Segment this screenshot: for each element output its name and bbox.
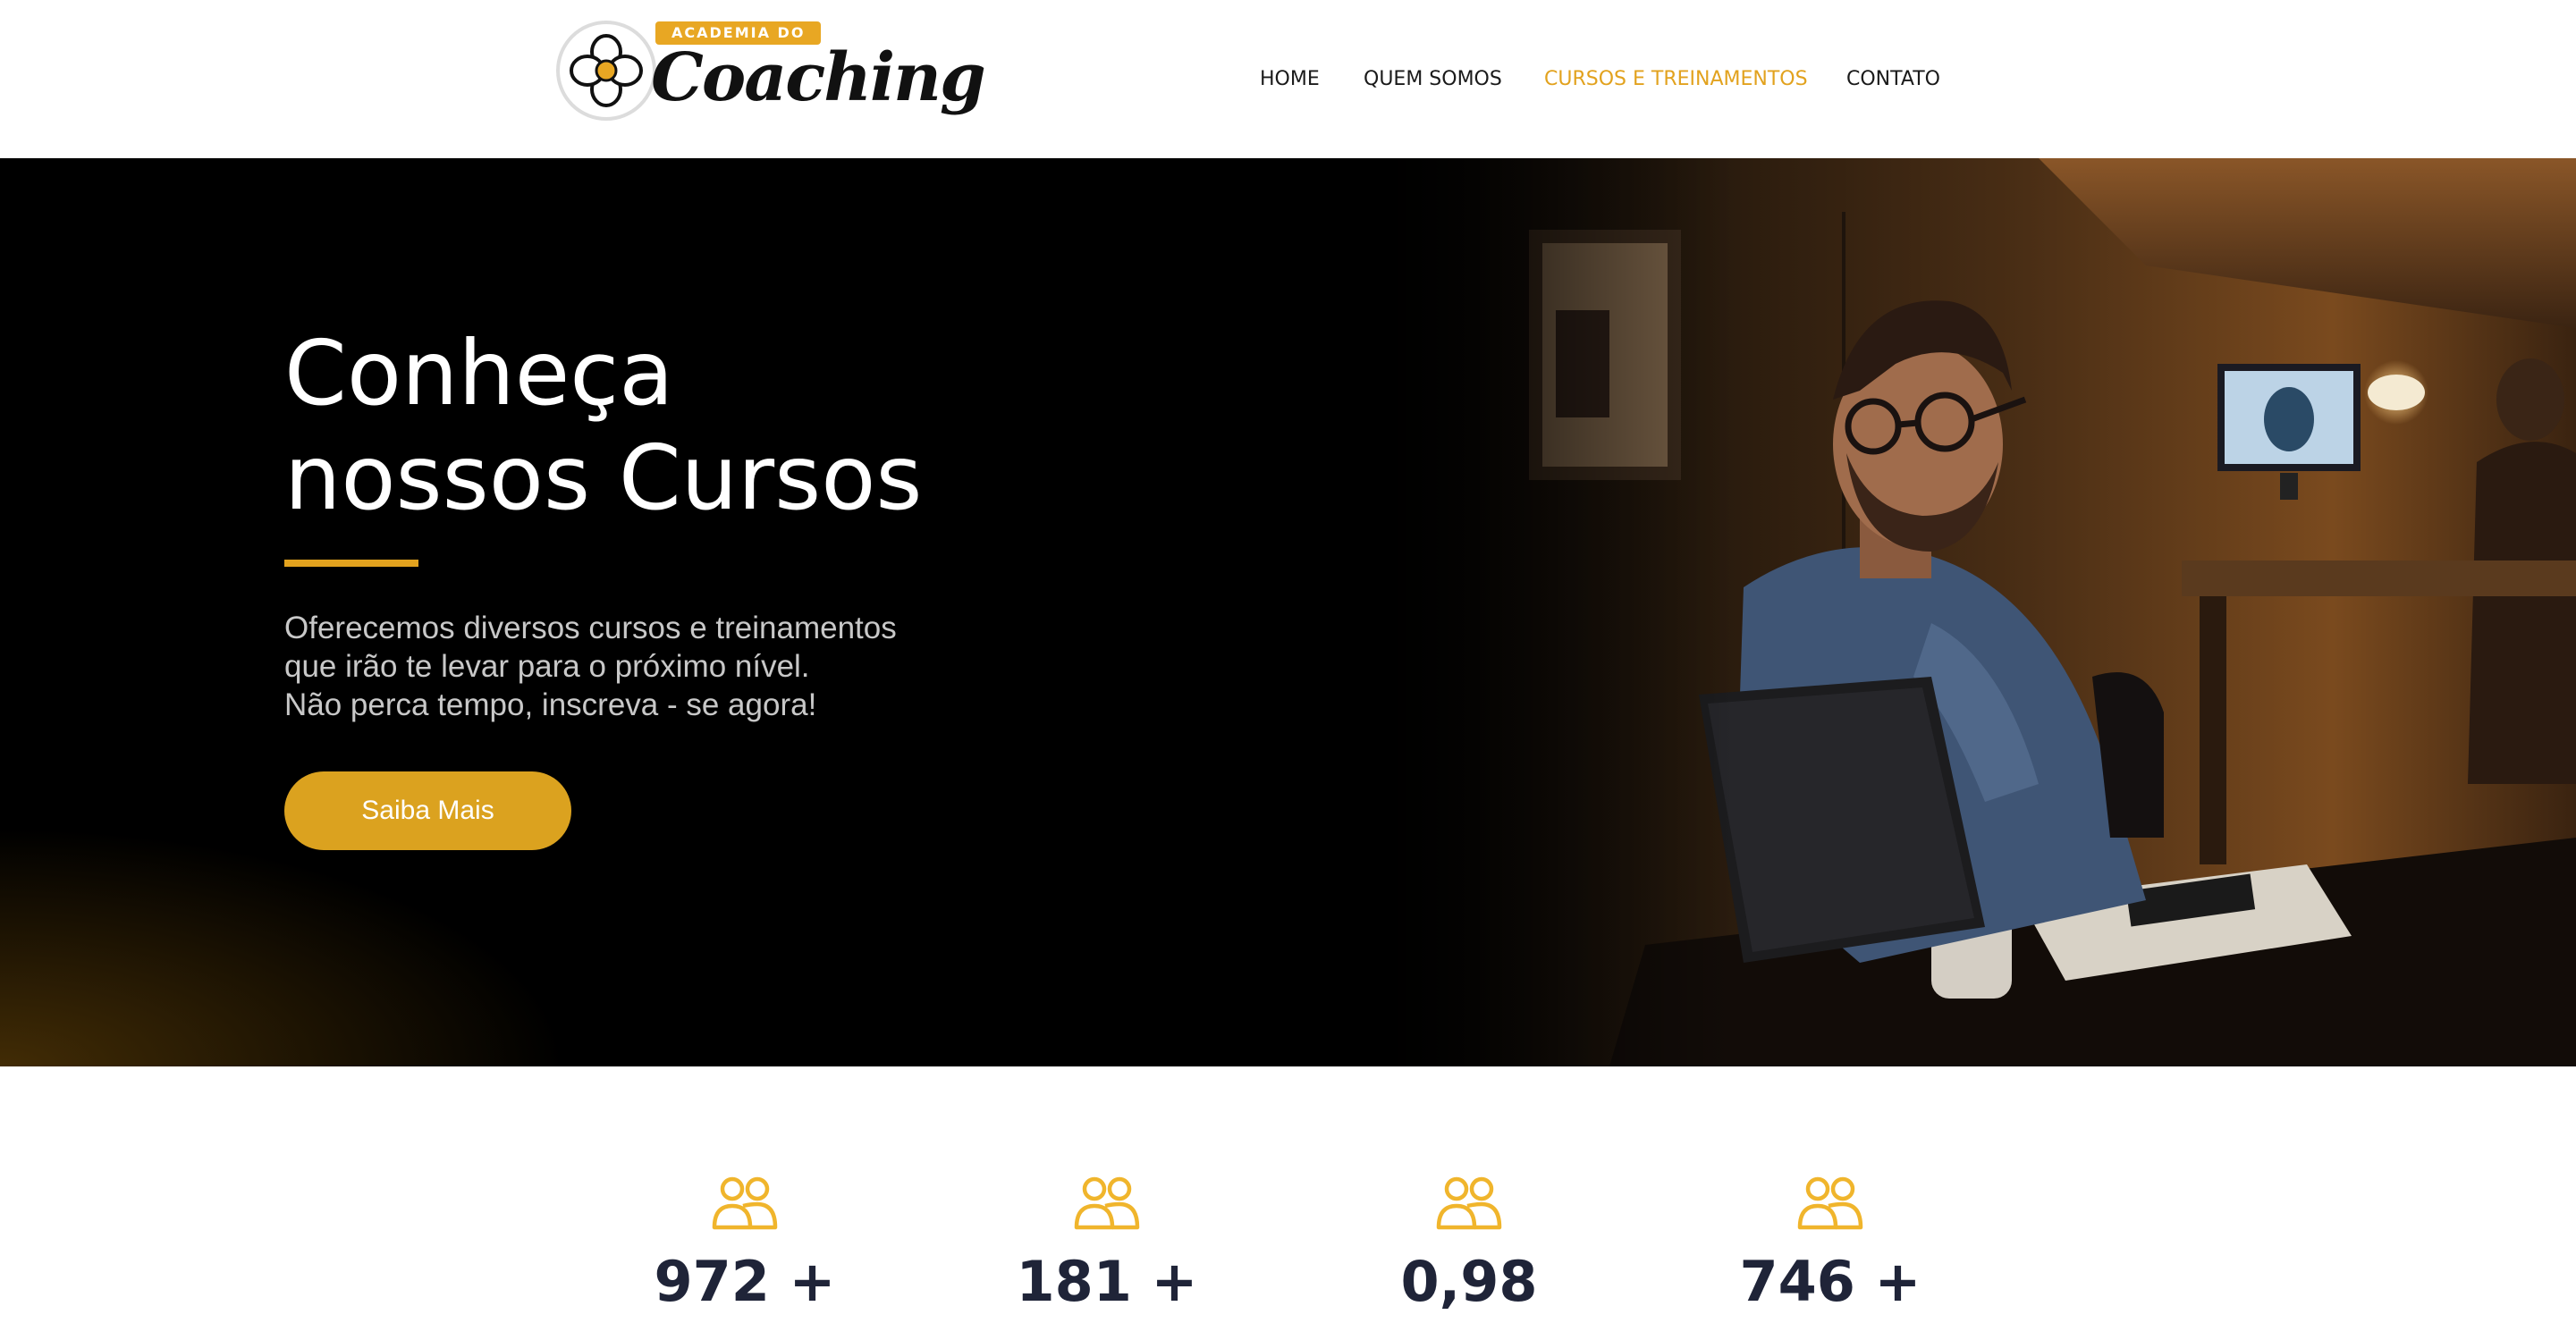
stat-item: 972 + xyxy=(611,1176,879,1314)
hero-description-line-2: que irão te levar para o próximo nível. xyxy=(284,649,810,684)
users-icon xyxy=(1436,1176,1502,1230)
hero-title-line-2: nossos Cursos xyxy=(284,426,923,530)
nav-item-contato[interactable]: CONTATO xyxy=(1846,68,1940,90)
hero-description: Oferecemos diversos cursos e treinamento… xyxy=(284,609,1089,724)
hero-section: Conheça nossos Cursos Oferecemos diverso… xyxy=(0,158,2576,1066)
site-header: ACADEMIA DO Coaching HOME QUEM SOMOS CUR… xyxy=(0,0,2576,158)
saiba-mais-button[interactable]: Saiba Mais xyxy=(284,771,571,850)
hero-photo-man-at-laptop xyxy=(1359,158,2576,1066)
hero-title-line-1: Conheça xyxy=(284,321,674,426)
users-icon xyxy=(1074,1176,1140,1230)
hero-title: Conheça nossos Cursos xyxy=(284,321,1089,530)
nav-item-cursos-e-treinamentos[interactable]: CURSOS E TREINAMENTOS xyxy=(1544,68,1808,90)
users-icon xyxy=(712,1176,778,1230)
hero-description-line-3: Não perca tempo, inscreva - se agora! xyxy=(284,687,817,722)
hero-description-line-1: Oferecemos diversos cursos e treinamento… xyxy=(284,611,897,645)
nav-item-home[interactable]: HOME xyxy=(1260,68,1320,90)
users-icon xyxy=(1797,1176,1863,1230)
stat-value: 746 + xyxy=(1739,1249,1921,1314)
stat-item: 0,98 xyxy=(1335,1176,1603,1314)
stats-section: 972 + 181 + 0,98 746 + xyxy=(0,1066,2576,1340)
stat-value: 0,98 xyxy=(1400,1249,1538,1314)
flower-emblem-icon xyxy=(556,21,656,121)
logo-script-text: Coaching xyxy=(651,39,986,116)
stat-item: 181 + xyxy=(973,1176,1241,1314)
stat-value: 181 + xyxy=(1016,1249,1198,1314)
nav-item-quem-somos[interactable]: QUEM SOMOS xyxy=(1364,68,1502,90)
stat-value: 972 + xyxy=(654,1249,836,1314)
site-logo[interactable]: ACADEMIA DO Coaching xyxy=(547,16,986,141)
hero-divider xyxy=(284,560,418,567)
stat-item: 746 + xyxy=(1696,1176,1964,1314)
